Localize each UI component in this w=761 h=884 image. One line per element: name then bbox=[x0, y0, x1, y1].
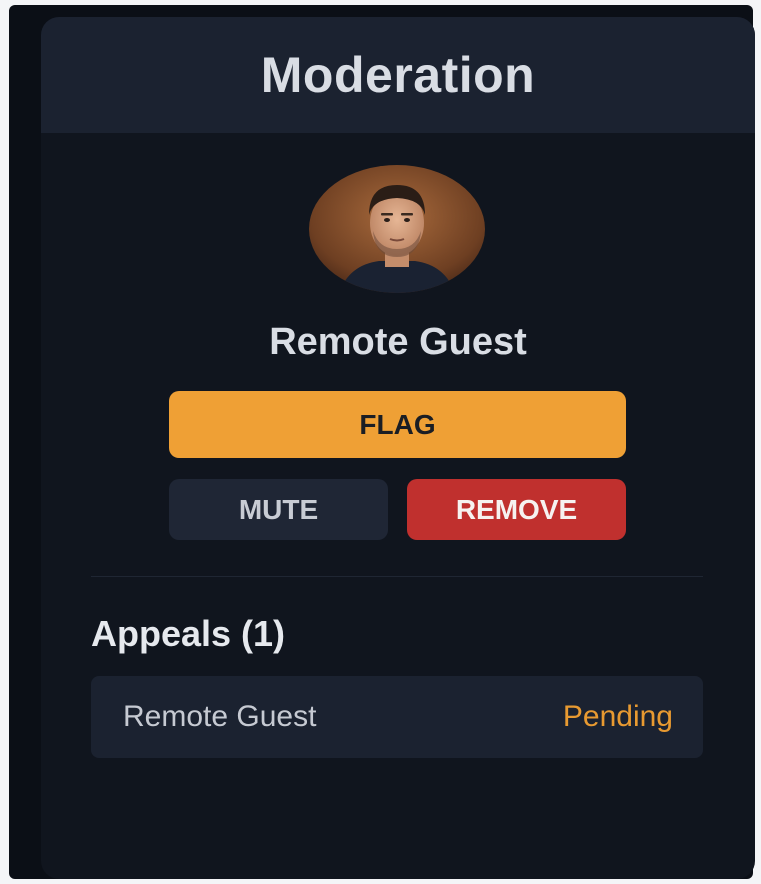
appeals-heading: Appeals (1) bbox=[91, 613, 286, 654]
appeal-participant-name: Remote Guest bbox=[123, 700, 317, 733]
panel-header: Moderation bbox=[41, 17, 755, 133]
appeal-list-item[interactable]: Remote Guest Pending bbox=[91, 676, 703, 758]
flag-button[interactable]: FLAG bbox=[169, 391, 626, 458]
moderation-panel: Moderation Remote Guest FLAG MUTE REMOVE… bbox=[41, 17, 755, 879]
section-divider bbox=[91, 576, 703, 577]
appeal-status-badge: Pending bbox=[562, 700, 673, 733]
remove-button[interactable]: REMOVE bbox=[407, 479, 626, 540]
user-avatar-icon bbox=[309, 165, 485, 293]
app-frame: Moderation Remote Guest FLAG MUTE REMOVE… bbox=[9, 5, 755, 879]
avatar bbox=[309, 165, 485, 293]
mute-button[interactable]: MUTE bbox=[169, 479, 388, 540]
participant-name: Remote Guest bbox=[269, 321, 527, 363]
panel-title: Moderation bbox=[260, 47, 536, 103]
